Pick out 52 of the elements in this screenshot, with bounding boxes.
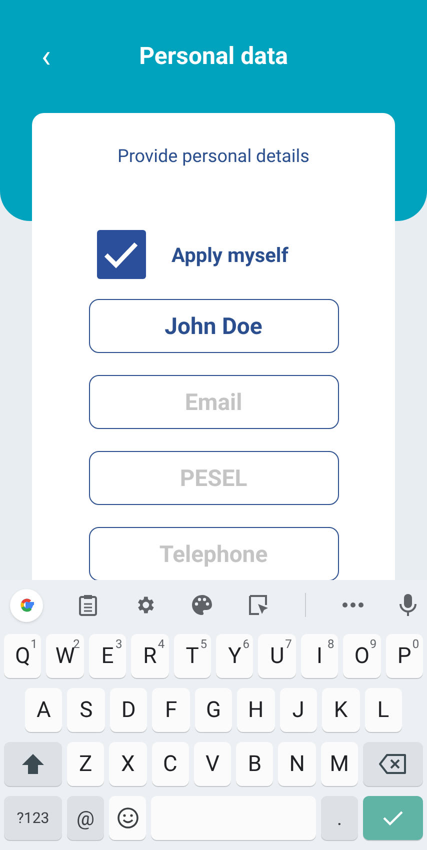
keyboard-key[interactable]: J — [280, 688, 318, 732]
key-hint: 0 — [412, 636, 420, 653]
keyboard-key[interactable]: C — [152, 742, 189, 786]
key-hint: 9 — [370, 636, 377, 653]
keyboard-key[interactable]: A — [25, 688, 62, 732]
keyboard-key[interactable]: H — [237, 688, 275, 732]
key-hint: 6 — [242, 636, 250, 653]
keyboard-key[interactable]: G — [194, 688, 232, 732]
checkbox[interactable] — [96, 230, 146, 279]
check-icon — [103, 240, 139, 270]
checkbox-label: Apply myself — [172, 242, 288, 268]
keyboard-key[interactable]: N — [278, 742, 316, 786]
keyboard-key[interactable]: V — [194, 742, 232, 786]
keyboard-key[interactable]: S — [67, 688, 105, 732]
input-field[interactable]: Telephone — [88, 527, 338, 580]
key-hint: 5 — [200, 636, 208, 653]
key-hint: 1 — [30, 636, 38, 653]
input-field[interactable]: Email — [88, 375, 338, 429]
keyboard-key[interactable]: M — [320, 742, 358, 786]
form-heading: Provide personal details — [118, 145, 310, 169]
keyboard-key[interactable]: B — [236, 742, 274, 786]
input-field[interactable]: John Doe — [88, 299, 338, 353]
emoji-key[interactable] — [109, 796, 146, 840]
keyboard-key[interactable]: F — [152, 688, 190, 732]
resize-icon[interactable] — [248, 594, 270, 616]
check-icon — [382, 809, 404, 827]
clipboard-icon[interactable] — [78, 594, 98, 616]
backspace-key[interactable] — [362, 742, 423, 786]
shift-icon — [21, 753, 45, 775]
key-hint: 8 — [328, 636, 334, 653]
input-field[interactable]: PESEL — [88, 451, 338, 505]
key-hint: 7 — [285, 636, 292, 653]
palette-icon[interactable] — [190, 594, 213, 616]
google-icon[interactable] — [10, 588, 43, 622]
smiley-icon — [116, 807, 138, 829]
keyboard-key[interactable]: K — [322, 688, 360, 732]
key-hint: 4 — [158, 636, 165, 653]
page-title: Personal data — [138, 41, 289, 72]
keyboard-key[interactable]: L — [364, 688, 402, 732]
more-icon[interactable] — [342, 602, 364, 608]
keyboard-key[interactable]: X — [109, 742, 147, 786]
key-hint: 2 — [73, 636, 80, 651]
microphone-icon[interactable] — [398, 593, 417, 617]
symbols-key[interactable]: ?123 — [4, 796, 62, 840]
key-hint: 3 — [115, 636, 122, 653]
keyboard-key[interactable]: Z — [67, 742, 104, 786]
keyboard-key[interactable]: I 8 — [300, 634, 338, 678]
backspace-icon — [378, 753, 407, 775]
keyboard-key[interactable]: . — [321, 796, 358, 840]
keyboard-key[interactable]: D — [110, 688, 148, 732]
shift-key[interactable] — [4, 742, 62, 786]
keyboard-key[interactable]: @ — [67, 796, 104, 840]
